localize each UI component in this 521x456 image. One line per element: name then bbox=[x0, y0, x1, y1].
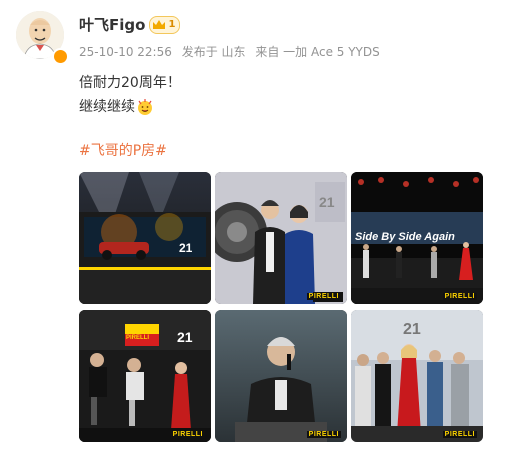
stage-overlay-text: Side By Side Again bbox=[355, 231, 455, 243]
post-location: 发布于 山东 bbox=[181, 45, 246, 59]
photo-panel-talk[interactable]: 21 PIRELLI PIRELLI bbox=[79, 310, 211, 442]
photo-side-by-side-stage[interactable]: Side By Side Again PIRELLI bbox=[351, 172, 483, 304]
post-line-2: 继续继续 bbox=[79, 99, 135, 115]
photo-speaker-closeup[interactable]: PIRELLI bbox=[215, 310, 347, 442]
post-time[interactable]: 25-10-10 22:56 bbox=[79, 45, 172, 59]
post-meta: 25-10-10 22:56 发布于 山东 来自 一加 Ace 5 YYDS bbox=[79, 43, 386, 60]
watermark: PIRELLI bbox=[170, 431, 205, 438]
pirelli-sign: PIRELLI bbox=[126, 335, 150, 341]
user-name-row: 叶飞Figo 1 bbox=[79, 14, 181, 35]
crown-icon bbox=[153, 20, 166, 29]
clapping-face-emoji bbox=[138, 99, 152, 115]
watermark: PIRELLI bbox=[442, 431, 477, 438]
member-level-badge[interactable]: 1 bbox=[149, 15, 181, 34]
couple-portrait-image: 21 bbox=[215, 172, 347, 304]
photo-group[interactable]: 21 PIRELLI bbox=[351, 310, 483, 442]
post-content: 倍耐力20周年！ 继续继续 bbox=[79, 71, 181, 119]
photo-grid: 21 21 PIRELLI Side By Side Again PIRELLI… bbox=[79, 172, 483, 442]
verified-badge-icon bbox=[52, 48, 69, 65]
stage-car-image: 21 bbox=[79, 172, 211, 304]
photo-couple-portrait[interactable]: 21 PIRELLI bbox=[215, 172, 347, 304]
group-photo-image: 21 bbox=[351, 310, 483, 442]
watermark: PIRELLI bbox=[306, 431, 341, 438]
watermark: PIRELLI bbox=[306, 293, 341, 300]
svg-text:21: 21 bbox=[319, 194, 335, 210]
svg-text:21: 21 bbox=[403, 321, 421, 338]
post-device: 来自 一加 Ace 5 YYDS bbox=[255, 45, 380, 59]
user-name[interactable]: 叶飞Figo bbox=[79, 14, 145, 35]
post-line-1: 倍耐力20周年！ bbox=[79, 75, 181, 91]
photo-stage-car[interactable]: 21 bbox=[79, 172, 211, 304]
panel-talk-image: 21 bbox=[79, 310, 211, 442]
svg-text:21: 21 bbox=[179, 241, 193, 255]
member-level: 1 bbox=[168, 19, 176, 30]
speaker-closeup-image bbox=[215, 310, 347, 442]
post-line-2-row: 继续继续 bbox=[79, 95, 181, 119]
watermark: PIRELLI bbox=[442, 293, 477, 300]
hashtag-link[interactable]: #飞哥的P房# bbox=[79, 140, 167, 160]
svg-text:21: 21 bbox=[177, 329, 193, 345]
